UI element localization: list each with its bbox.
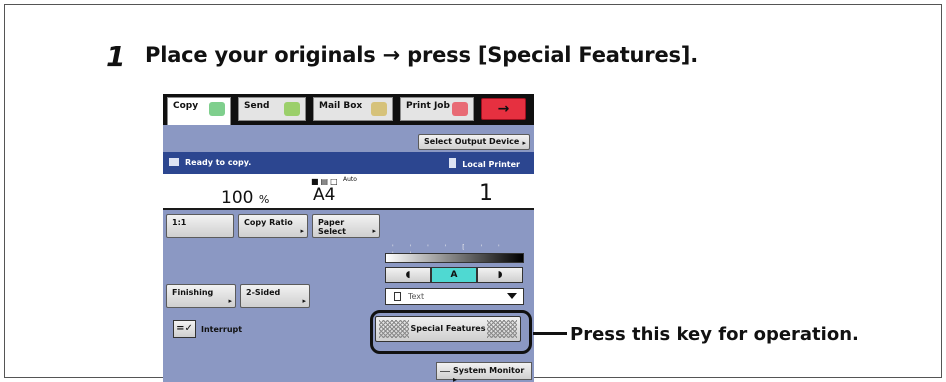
output-device-area: Local Printer xyxy=(449,158,520,169)
tab-print-job[interactable]: Print Job xyxy=(400,97,474,121)
finishing-button[interactable]: Finishing ▸ xyxy=(166,284,236,308)
monitor-line-icon xyxy=(440,371,450,372)
one-to-one-button[interactable]: 1:1 xyxy=(166,214,234,238)
status-bar: Ready to copy. Local Printer xyxy=(163,152,534,174)
copy-quantity-display: 1 xyxy=(479,181,493,206)
two-sided-button[interactable]: 2-Sided ▸ xyxy=(240,284,310,308)
select-output-device-button[interactable]: Select Output Device ▸ xyxy=(418,134,530,150)
density-scale-ticks: ' ' ' ' [ ' ' ' ' xyxy=(392,244,507,258)
paper-select-button-label: Paper Select xyxy=(318,218,346,236)
caret-right-icon: ▸ xyxy=(522,139,526,147)
caret-right-icon: ▸ xyxy=(302,297,306,305)
tab-send[interactable]: Send xyxy=(238,97,306,121)
density-lighter-button[interactable]: ◖ xyxy=(385,267,431,283)
step-number: 1 xyxy=(106,40,126,73)
density-gradient-bar xyxy=(385,253,524,263)
output-device-name: Local Printer xyxy=(462,160,520,169)
step-instruction: Place your originals → press [Special Fe… xyxy=(145,43,698,67)
system-monitor-label: System Monitor xyxy=(453,366,525,375)
two-sided-button-label: 2-Sided xyxy=(246,288,281,297)
tab-mail-box-label: Mail Box xyxy=(319,101,363,111)
copy-ratio-value: 100 xyxy=(221,188,254,208)
density-auto-button[interactable]: A xyxy=(431,267,477,283)
printer-icon xyxy=(452,102,468,116)
tab-print-job-label: Print Job xyxy=(406,101,450,111)
mailbox-icon xyxy=(371,102,387,116)
dropdown-arrow-icon xyxy=(507,293,517,299)
next-arrow-button[interactable]: → xyxy=(481,98,526,120)
paper-select-button[interactable]: Paper Select ▸ xyxy=(312,214,380,238)
tab-mail-box[interactable]: Mail Box xyxy=(313,97,393,121)
mode-tab-bar: Copy Send Mail Box Print Job → xyxy=(163,94,534,125)
paper-size-display: A4 xyxy=(313,185,336,205)
caret-right-icon: ▸ xyxy=(228,297,232,305)
select-output-device-label: Select Output Device xyxy=(424,137,520,146)
interrupt-button[interactable]: =✓ xyxy=(173,320,196,338)
tab-send-label: Send xyxy=(244,101,270,111)
printer-device-icon xyxy=(449,158,457,168)
tab-copy-label: Copy xyxy=(173,101,199,111)
paper-select-mode: Auto xyxy=(343,176,357,183)
caret-right-icon: ▸ xyxy=(300,227,304,235)
document-icon xyxy=(394,292,401,301)
tab-copy[interactable]: Copy xyxy=(167,97,231,125)
copy-machine-icon xyxy=(209,102,225,116)
status-message: Ready to copy. xyxy=(185,158,252,167)
copy-ratio-display: 100 % xyxy=(221,188,269,208)
send-icon xyxy=(284,102,300,116)
caret-right-icon: ▸ xyxy=(372,227,376,235)
callout-text: Press this key for operation. xyxy=(570,324,859,345)
copy-ratio-button-label: Copy Ratio xyxy=(244,218,293,227)
original-type-value: Text xyxy=(408,292,425,301)
special-features-highlight xyxy=(370,310,532,354)
copy-ratio-unit: % xyxy=(258,193,270,206)
copy-settings-display: 100 % ■▤□ Auto A4 1 xyxy=(163,174,534,210)
copy-ratio-button[interactable]: Copy Ratio ▸ xyxy=(238,214,308,238)
finishing-button-label: Finishing xyxy=(172,288,214,297)
system-monitor-button[interactable]: System Monitor ▸ xyxy=(436,362,532,382)
original-type-select[interactable]: Text xyxy=(385,288,524,305)
caret-right-icon: ▸ xyxy=(453,375,458,382)
interrupt-label: Interrupt xyxy=(201,325,243,334)
density-darker-button[interactable]: ◗ xyxy=(477,267,523,283)
copy-status-icon xyxy=(169,158,179,166)
callout-line xyxy=(533,332,567,335)
status-message-area: Ready to copy. xyxy=(169,158,251,167)
